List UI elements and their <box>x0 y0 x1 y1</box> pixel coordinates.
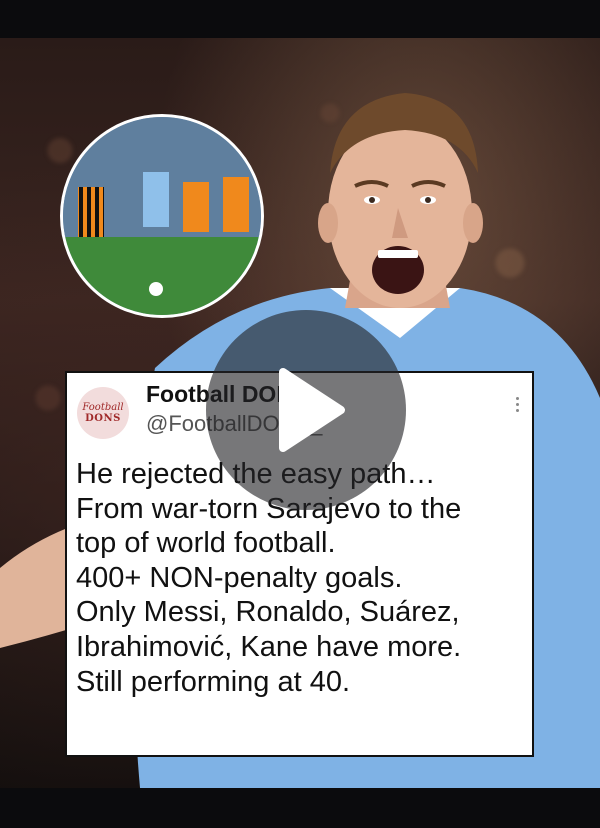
tweet-line: top of world football. <box>76 527 336 560</box>
play-icon <box>279 368 345 452</box>
avatar-text-bottom: DONS <box>85 412 121 424</box>
tweet-line: Ibrahimović, Kane have more. <box>76 630 462 663</box>
avatar-text-top: Football <box>82 401 124 413</box>
tweet-line: Still performing at 40. <box>76 665 351 698</box>
bottom-bar <box>0 788 600 828</box>
play-button[interactable] <box>206 310 406 510</box>
avatar[interactable]: Football DONS <box>77 387 129 439</box>
tweet-line: 400+ NON-penalty goals. <box>76 561 403 594</box>
match-scene-image <box>63 117 261 315</box>
top-bar <box>0 0 600 38</box>
tweet-line: Only Messi, Ronaldo, Suárez, <box>76 596 460 629</box>
more-options-icon[interactable] <box>514 397 520 412</box>
inset-match-photo <box>60 114 264 318</box>
